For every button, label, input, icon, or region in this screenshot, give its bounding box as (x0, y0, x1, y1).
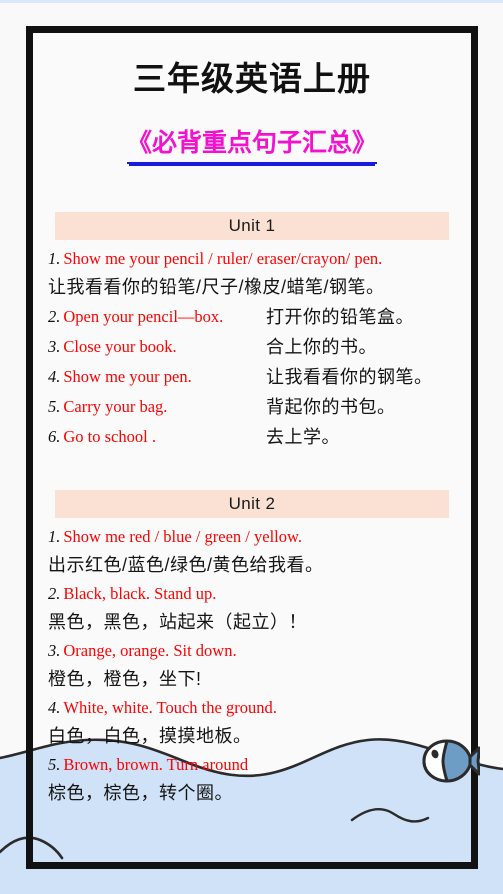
english-sentence: 3.Close your book. (48, 337, 177, 356)
english-text: White, white. Touch the ground. (63, 698, 276, 717)
chinese-translation: 棕色，棕色，转个圈。 (48, 778, 466, 808)
top-accent-strip (0, 0, 503, 3)
item-number: 3. (48, 337, 60, 356)
sentence-row: 5.Carry your bag. 背起你的书包。 (48, 392, 466, 422)
page-subtitle: 《必背重点句子汇总》 (127, 128, 377, 164)
item-number: 1. (48, 249, 60, 268)
page-title: 三年级英语上册 (33, 59, 471, 99)
item-number: 5. (48, 755, 60, 774)
english-sentence: 3.Orange, orange. Sit down. (48, 637, 466, 664)
english-sentence: 5.Carry your bag. (48, 397, 167, 416)
item-number: 6. (48, 427, 60, 446)
english-sentence: 2.Black, black. Stand up. (48, 580, 466, 607)
unit-heading-1: Unit 1 (55, 212, 449, 240)
english-text: Show me your pencil / ruler/ eraser/cray… (63, 249, 382, 268)
item-number: 3. (48, 641, 60, 660)
english-text: Show me your pen. (63, 367, 191, 386)
chinese-translation: 让我看看你的铅笔/尺子/橡皮/蜡笔/钢笔。 (48, 272, 466, 302)
english-text: Show me red / blue / green / yellow. (63, 527, 302, 546)
english-sentence: 1.Show me red / blue / green / yellow. (48, 523, 466, 550)
item-number: 5. (48, 397, 60, 416)
english-text: Carry your bag. (63, 397, 167, 416)
fish-icon (418, 735, 480, 787)
sentence-row: 3.Close your book. 合上你的书。 (48, 332, 466, 362)
english-sentence: 5.Brown, brown. Turn around (48, 751, 466, 778)
item-number: 2. (48, 307, 60, 326)
english-text: Black, black. Stand up. (63, 584, 216, 603)
english-sentence: 1.Show me your pencil / ruler/ eraser/cr… (48, 245, 466, 272)
sentence-row: 4.Show me your pen. 让我看看你的钢笔。 (48, 362, 466, 392)
english-sentence: 4.Show me your pen. (48, 367, 192, 386)
english-sentence: 6.Go to school . (48, 427, 156, 446)
english-sentence: 4.White, white. Touch the ground. (48, 694, 466, 721)
unit-2-items: 1.Show me red / blue / green / yellow. 出… (48, 523, 466, 808)
english-text: Brown, brown. Turn around (63, 755, 248, 774)
unit-1-items: 1.Show me your pencil / ruler/ eraser/cr… (48, 245, 466, 452)
chinese-translation: 橙色，橙色，坐下! (48, 664, 466, 694)
chinese-translation: 黑色，黑色，站起来（起立）！ (48, 607, 466, 637)
english-sentence: 2.Open your pencil—box. (48, 307, 223, 326)
chinese-translation: 合上你的书。 (266, 332, 377, 362)
item-number: 1. (48, 527, 60, 546)
page-root: 三年级英语上册 《必背重点句子汇总》 Unit 1 1.Show me your… (0, 0, 503, 894)
english-text: Go to school . (63, 427, 156, 446)
english-text: Open your pencil—box. (63, 307, 223, 326)
content-area: 三年级英语上册 《必背重点句子汇总》 Unit 1 1.Show me your… (33, 33, 471, 862)
chinese-translation: 白色，白色，摸摸地板。 (48, 721, 466, 751)
item-number: 4. (48, 367, 60, 386)
item-number: 4. (48, 698, 60, 717)
page-subtitle-wrap: 《必背重点句子汇总》 (33, 128, 471, 164)
sentence-row: 2.Open your pencil—box. 打开你的铅笔盒。 (48, 302, 466, 332)
chinese-translation: 去上学。 (266, 422, 340, 452)
unit-heading-2: Unit 2 (55, 490, 449, 518)
item-number: 2. (48, 584, 60, 603)
sentence-row: 6.Go to school . 去上学。 (48, 422, 466, 452)
english-text: Orange, orange. Sit down. (63, 641, 236, 660)
chinese-translation: 打开你的铅笔盒。 (266, 302, 414, 332)
chinese-translation: 出示红色/蓝色/绿色/黄色给我看。 (48, 550, 466, 580)
chinese-translation: 让我看看你的钢笔。 (266, 362, 433, 392)
chinese-translation: 背起你的书包。 (266, 392, 396, 422)
english-text: Close your book. (63, 337, 176, 356)
